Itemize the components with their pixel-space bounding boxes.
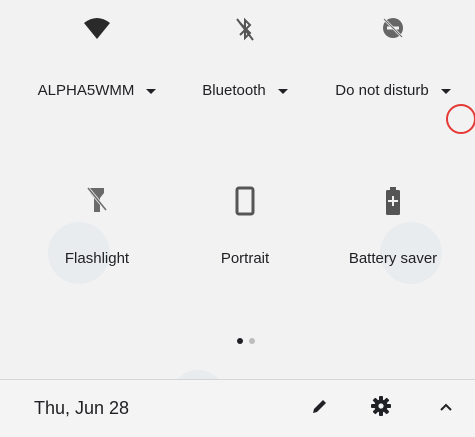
tile-wifi[interactable]: ALPHA5WMM — [22, 0, 172, 110]
tile-label: Portrait — [220, 250, 270, 267]
tile-label: Bluetooth — [202, 82, 266, 99]
tile-flashlight[interactable]: Flashlight — [22, 170, 172, 280]
tile-label: Do not disturb — [335, 82, 429, 99]
page-dot-active[interactable] — [237, 338, 243, 344]
portrait-icon — [234, 186, 256, 221]
page-indicator — [237, 338, 255, 344]
tile-bluetooth[interactable]: Bluetooth — [170, 0, 320, 110]
dropdown-caret-icon[interactable] — [440, 89, 451, 94]
dropdown-caret-icon[interactable] — [146, 89, 157, 94]
quick-settings-footer: Thu, Jun 28 — [0, 380, 475, 437]
do-not-disturb-off-icon — [381, 16, 405, 45]
settings-button[interactable] — [367, 394, 395, 422]
dropdown-caret-icon[interactable] — [277, 89, 288, 94]
date-text: Thu, Jun 28 — [34, 398, 130, 418]
bluetooth-off-icon — [235, 16, 255, 47]
flashlight-off-icon — [86, 186, 108, 219]
highlight-circle — [446, 104, 475, 134]
gear-icon — [371, 395, 391, 421]
tile-battery-saver[interactable]: Battery saver — [318, 170, 468, 280]
quick-settings-panel: ALPHA5WMM Bluetooth Do not disturb Flash… — [0, 0, 475, 437]
tile-label: ALPHA5WMM — [37, 82, 135, 99]
page-dot[interactable] — [249, 338, 255, 344]
chevron-up-icon — [439, 399, 453, 417]
tile-portrait[interactable]: Portrait — [170, 170, 320, 280]
battery-saver-icon — [385, 186, 401, 221]
collapse-button[interactable] — [432, 394, 460, 422]
edit-button[interactable] — [306, 394, 334, 422]
wifi-icon — [84, 18, 110, 45]
pencil-icon — [311, 397, 329, 420]
tile-label: Flashlight — [64, 250, 130, 267]
tile-do-not-disturb[interactable]: Do not disturb — [318, 0, 468, 110]
tile-label: Battery saver — [348, 250, 438, 267]
